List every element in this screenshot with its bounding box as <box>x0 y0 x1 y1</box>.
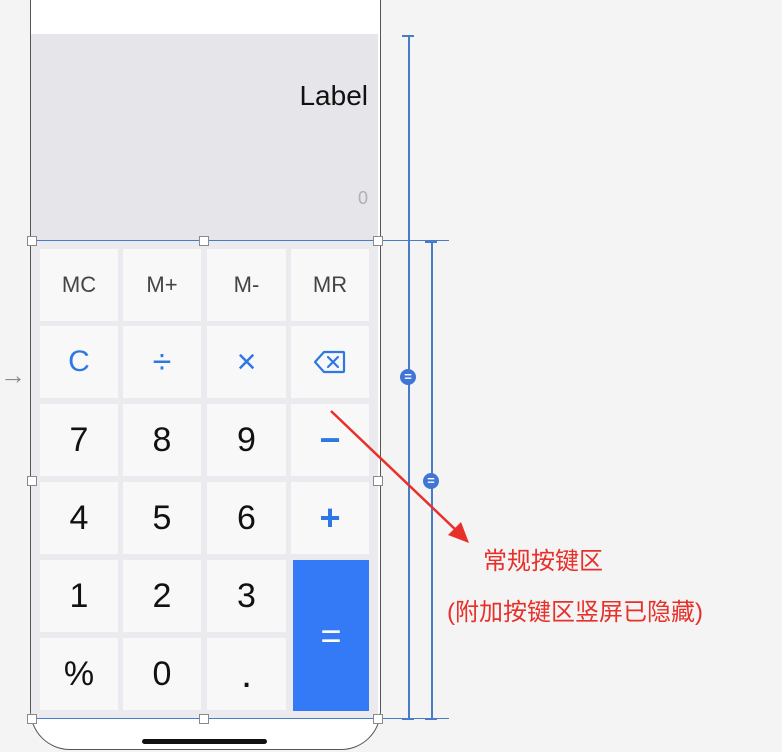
annotation-title: 常规按键区 <box>483 548 603 575</box>
annotation-note: (附加按键区竖屏已隐藏) <box>447 599 703 626</box>
annotation-arrow <box>330 410 469 543</box>
